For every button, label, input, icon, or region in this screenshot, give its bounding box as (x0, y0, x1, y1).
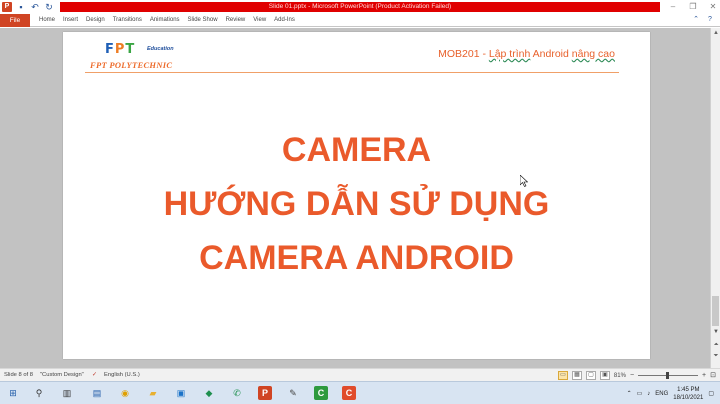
window-title: Slide 01.pptx - Microsoft PowerPoint (Pr… (268, 3, 452, 10)
slideshow-view-icon[interactable]: ▣ (599, 371, 610, 380)
taskbar-app-icon[interactable]: ▤ (90, 386, 104, 400)
next-slide-icon[interactable]: ⏷ (711, 352, 720, 361)
app-c-green-icon[interactable]: C (314, 386, 328, 400)
tab-home[interactable]: Home (36, 14, 60, 27)
restore-icon[interactable]: ❐ (688, 2, 698, 12)
slide-title[interactable]: CAMERA HƯỚNG DẪN SỬ DỤNG CAMERA ANDROID (63, 123, 650, 285)
fpt-logo: FPT Education FPT POLYTECHNIC (85, 42, 205, 74)
scroll-thumb[interactable] (712, 296, 719, 326)
app-dark-icon[interactable]: ✎ (286, 386, 300, 400)
search-icon[interactable]: ⚲ (32, 386, 46, 400)
logo-letter-t: T (125, 42, 136, 57)
logo-letter-p: P (114, 42, 126, 57)
tab-file[interactable]: File (0, 14, 30, 27)
language-label[interactable]: English (U.S.) (104, 369, 140, 381)
volume-icon[interactable]: ♪ (647, 391, 650, 397)
fit-to-window-icon[interactable]: ⊡ (710, 370, 716, 382)
collapse-ribbon-icon[interactable]: ⌃ (692, 16, 700, 24)
tab-transitions[interactable]: Transitions (110, 14, 147, 27)
task-view-icon[interactable]: ▥ (60, 386, 74, 400)
system-tray: ⌃ ▭ ♪ ENG 1:45 PM 18/10/2021 ▢ (627, 384, 714, 403)
course-word-1: Lập trình (488, 48, 531, 60)
ribbon-tabs: File Home Insert Design Transitions Anim… (0, 14, 720, 27)
chrome-icon[interactable]: ◉ (118, 386, 132, 400)
clock-date: 18/10/2021 (673, 394, 704, 401)
notifications-icon[interactable]: ▢ (708, 390, 714, 397)
tab-slide-show[interactable]: Slide Show (185, 14, 223, 27)
help-icon[interactable]: ? (706, 16, 714, 24)
windows-taskbar: ⊞ ⚲ ▥ ▤ ◉ ▰ ▣ ◆ ✆ P ✎ C C ⌃ ▭ ♪ ENG 1:45… (0, 381, 720, 404)
vertical-scrollbar[interactable]: ▲ ▼ ⏶ ⏷ (710, 28, 720, 368)
title-line-1: CAMERA (281, 131, 432, 169)
course-code: MOB201 - (438, 48, 489, 60)
tab-view[interactable]: View (250, 14, 271, 27)
slide-workspace: FPT Education FPT POLYTECHNIC MOB201 - L… (0, 28, 720, 368)
proofing-icon[interactable]: ✓ (92, 369, 97, 381)
file-explorer-icon[interactable]: ▰ (146, 386, 160, 400)
slide-sorter-icon[interactable]: ▦ (571, 371, 582, 380)
input-language[interactable]: ENG (655, 391, 668, 397)
scroll-down-icon[interactable]: ▼ (711, 328, 720, 337)
ribbon-tab-list: Home Insert Design Transitions Animation… (36, 14, 300, 27)
clock-time: 1:45 PM (677, 386, 700, 393)
course-word-3: nâng cao (571, 48, 615, 60)
window-controls: – ❐ ✕ (668, 1, 718, 13)
app-green-icon[interactable]: ◆ (202, 386, 216, 400)
logo-letter-f: F (105, 42, 115, 57)
scroll-up-icon[interactable]: ▲ (711, 28, 720, 38)
clock[interactable]: 1:45 PM 18/10/2021 (673, 386, 703, 402)
title-line-2: HƯỚNG DẪN SỬ DỤNG (163, 185, 550, 223)
fpt-letters: FPT (105, 42, 135, 57)
network-icon[interactable]: ▭ (637, 390, 643, 397)
course-header: MOB201 - Lập trình Android nâng cao (438, 48, 615, 60)
reading-view-icon[interactable]: ▢ (585, 371, 596, 380)
start-icon[interactable]: ⊞ (6, 386, 20, 400)
zoom-out-icon[interactable]: − (630, 370, 634, 382)
theme-name: "Custom Design" (40, 372, 84, 378)
logo-polytechnic-text: FPT POLYTECHNIC (90, 60, 173, 70)
mouse-cursor-icon (520, 175, 528, 187)
minimize-icon[interactable]: – (668, 2, 678, 12)
powerpoint-taskbar-icon[interactable]: P (258, 386, 272, 400)
app-chat-icon[interactable]: ✆ (230, 386, 244, 400)
title-bar: P ▪ ↶ ↻ ▾ Slide 01.pptx - Microsoft Powe… (0, 0, 720, 14)
tray-chevron-icon[interactable]: ⌃ (627, 390, 632, 397)
app-c-orange-icon[interactable]: C (342, 386, 356, 400)
slide-counter: Slide 8 of 8 (4, 372, 34, 378)
zoom-slider[interactable] (638, 372, 699, 379)
zoom-in-icon[interactable]: + (702, 370, 706, 382)
previous-slide-icon[interactable]: ⏶ (711, 341, 720, 350)
tab-animations[interactable]: Animations (147, 14, 185, 27)
store-icon[interactable]: ▣ (174, 386, 188, 400)
close-icon[interactable]: ✕ (708, 2, 718, 12)
ribbon-right-controls: ⌃ ? (692, 16, 714, 24)
tab-review[interactable]: Review (223, 14, 251, 27)
slide-canvas[interactable]: FPT Education FPT POLYTECHNIC MOB201 - L… (63, 32, 650, 359)
tab-insert[interactable]: Insert (60, 14, 83, 27)
tab-add-ins[interactable]: Add-Ins (271, 14, 300, 27)
tab-design[interactable]: Design (83, 14, 110, 27)
logo-education-text: Education (147, 46, 174, 52)
title-line-3: CAMERA ANDROID (199, 239, 514, 277)
zoom-slider-knob[interactable] (666, 372, 670, 379)
zoom-level[interactable]: 81% (614, 370, 626, 382)
normal-view-icon[interactable]: ▭ (557, 371, 568, 380)
status-bar: Slide 8 of 8 "Custom Design" ✓ English (… (0, 368, 720, 381)
status-bar-right: ▭ ▦ ▢ ▣ 81% − + ⊡ (557, 370, 716, 382)
course-word-2: Android (530, 48, 572, 60)
header-divider (85, 72, 619, 73)
